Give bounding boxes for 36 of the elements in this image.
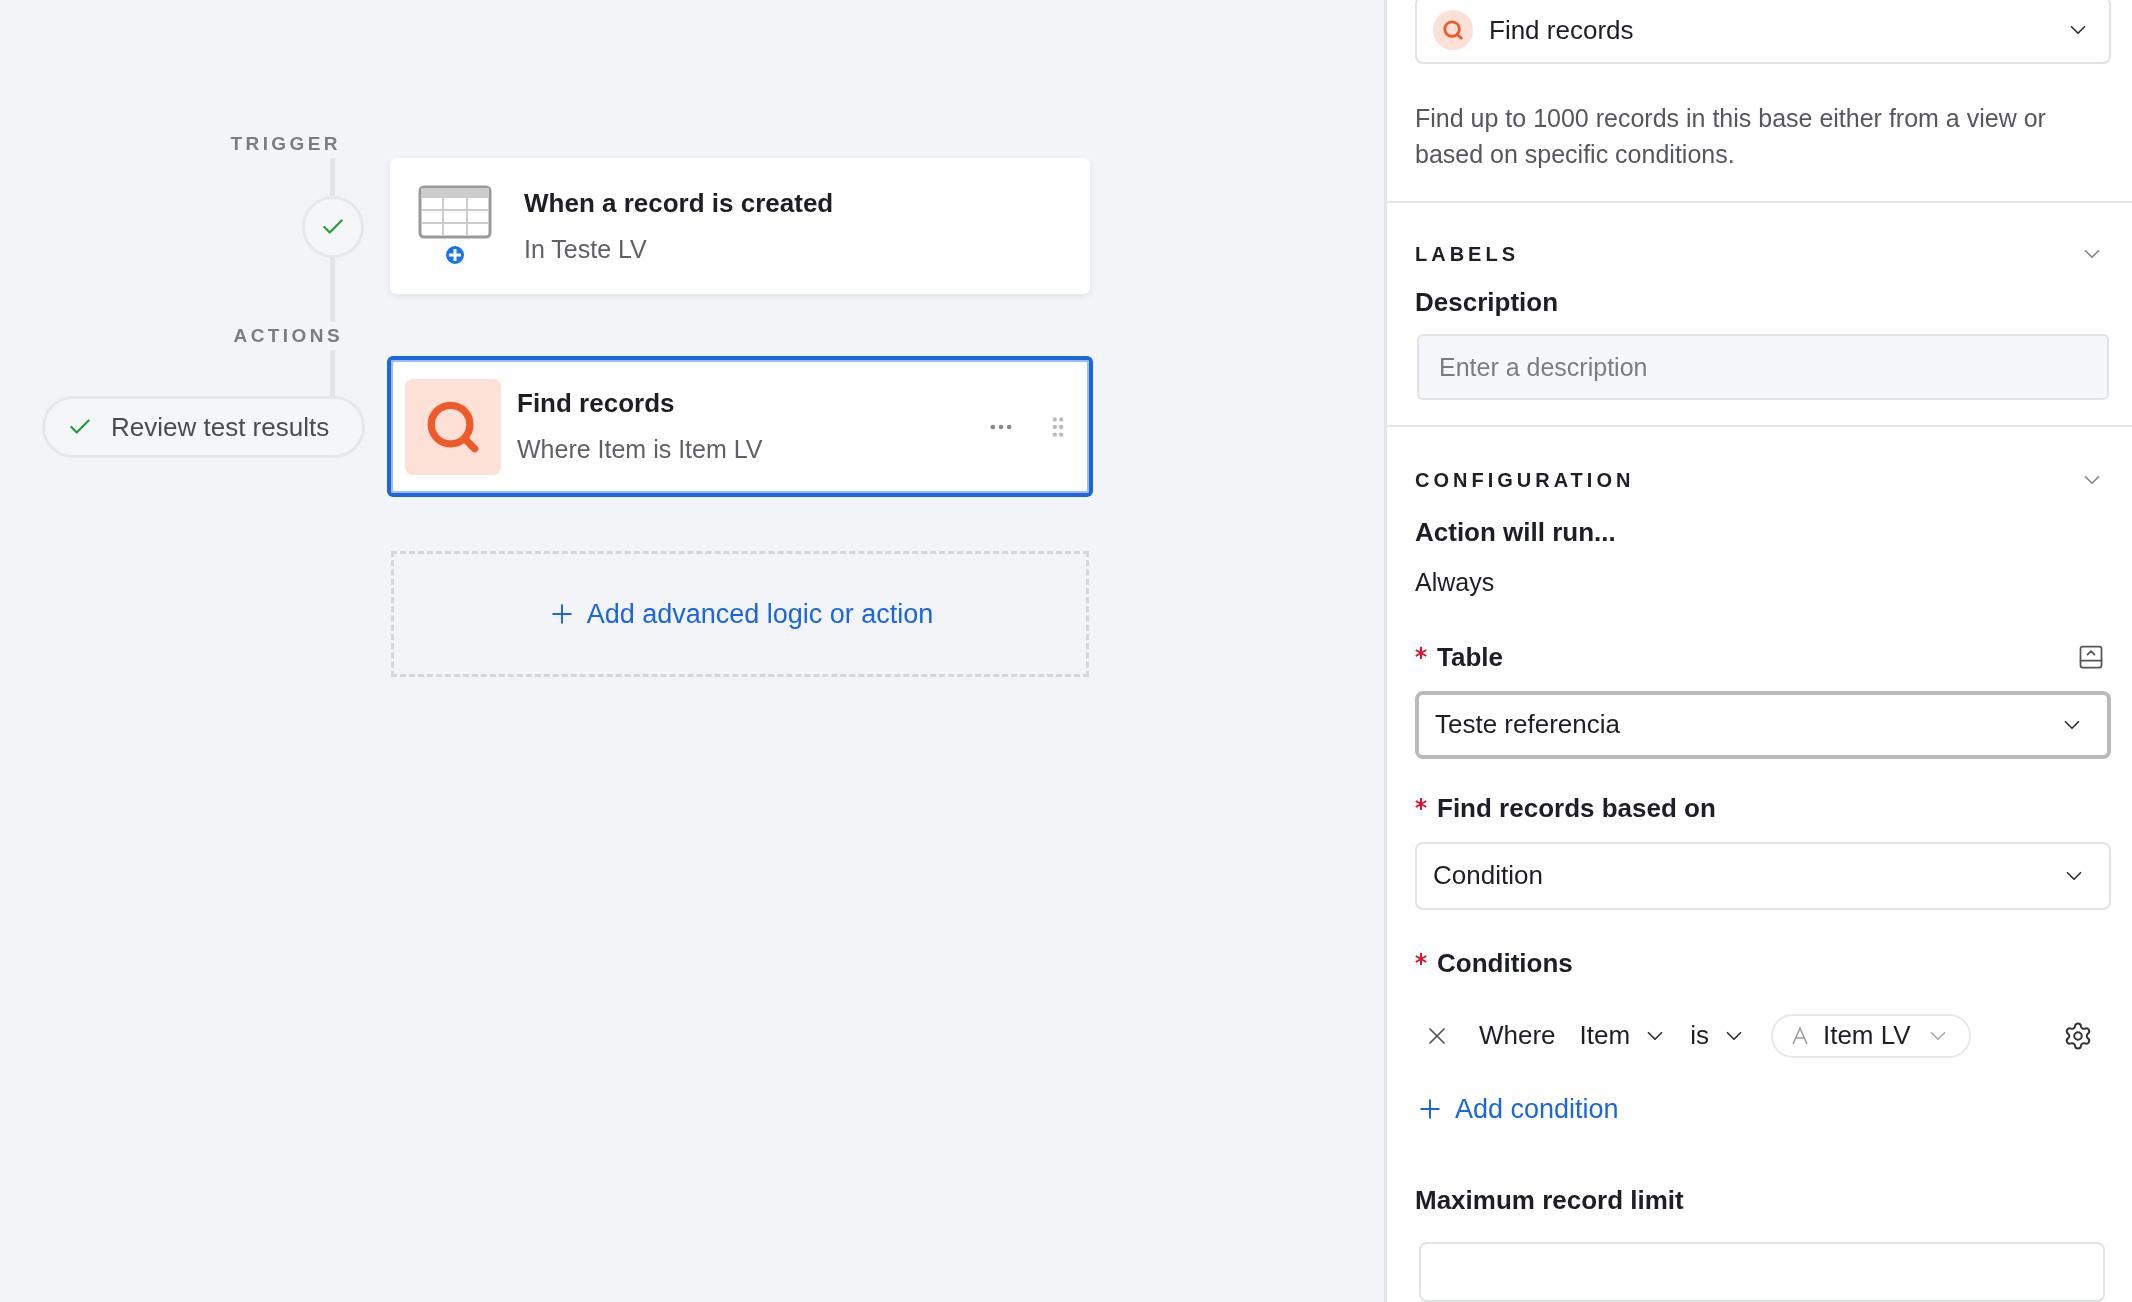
table-plus-icon bbox=[418, 185, 492, 267]
field-dropdown[interactable]: Item bbox=[1579, 1016, 1669, 1055]
search-icon bbox=[405, 378, 501, 475]
description-input[interactable]: Enter a description bbox=[1417, 334, 2109, 400]
select-field[interactable]: Condition bbox=[1415, 841, 2111, 910]
expand-icon[interactable] bbox=[2077, 643, 2105, 671]
section-heading: LABELS bbox=[1415, 242, 1519, 267]
step-subtitle: Where Item is Item LV bbox=[517, 434, 764, 466]
field-label: Table bbox=[1437, 640, 1503, 674]
field-label: Description bbox=[1415, 286, 1559, 319]
step-subtitle: In Teste LV bbox=[524, 233, 648, 265]
action-description: Find up to 1000 records in this base either from a view or based on specific conditions. bbox=[1415, 103, 2047, 170]
action-select[interactable]: Find records bbox=[1415, 0, 2111, 64]
field-label: Action will run... bbox=[1415, 516, 1617, 549]
select-field[interactable]: Teste referencia bbox=[1415, 690, 2111, 759]
condition-prefix: Where bbox=[1479, 1019, 1556, 1052]
field-label: Maximum record limit bbox=[1415, 1184, 1685, 1217]
field-label: Conditions bbox=[1437, 946, 1573, 980]
value-dropdown[interactable]: Item LV bbox=[1770, 1013, 1971, 1058]
section-label: TRIGGER bbox=[230, 132, 341, 156]
operator-dropdown[interactable]: is bbox=[1690, 1016, 1747, 1055]
step-title: Find records bbox=[517, 387, 676, 421]
add-condition-button[interactable]: Add condition bbox=[1415, 1088, 1619, 1129]
run-value: Always bbox=[1415, 567, 1496, 598]
search-icon bbox=[1433, 10, 1473, 50]
text-type-icon bbox=[1790, 1026, 1809, 1045]
record-limit-input[interactable] bbox=[1419, 1242, 2105, 1302]
field-label: Find records based on bbox=[1437, 791, 1716, 825]
step-card[interactable]: When a record is created In Teste LV bbox=[390, 158, 1090, 294]
review-test-results-button[interactable]: Review test results bbox=[42, 396, 365, 458]
add-action-button[interactable]: Add advanced logic or action bbox=[391, 551, 1089, 677]
step-title: When a record is created bbox=[524, 186, 835, 220]
settings-icon[interactable] bbox=[2063, 1020, 2093, 1051]
step-card[interactable]: Find records Where Item is Item LV bbox=[387, 356, 1093, 497]
section-heading: CONFIGURATION bbox=[1415, 468, 1635, 493]
section-label: ACTIONS bbox=[233, 324, 343, 348]
